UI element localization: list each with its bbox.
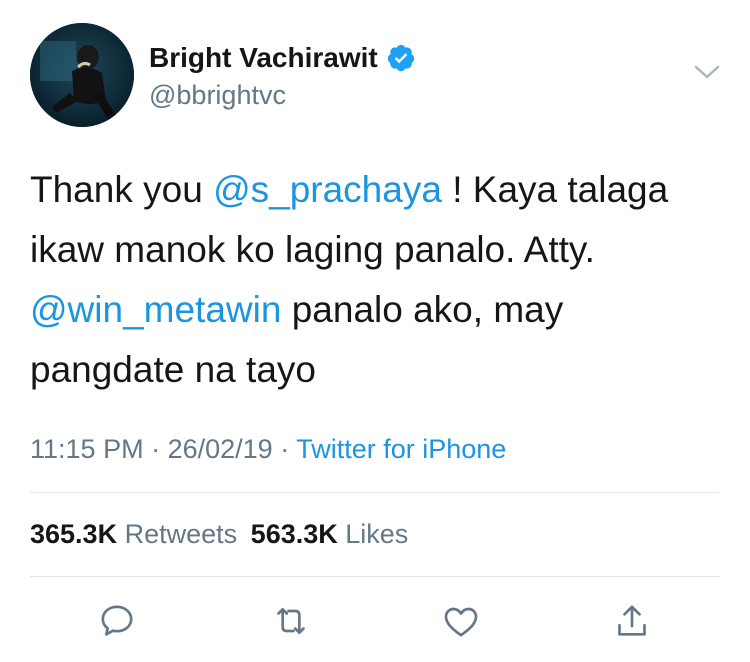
avatar[interactable] (30, 23, 134, 127)
share-icon[interactable] (612, 601, 652, 641)
tweet-date[interactable]: 26/02/19 (168, 434, 273, 464)
likes-count: 563.3K (250, 519, 338, 549)
tweet-time[interactable]: 11:15 PM (30, 434, 144, 464)
retweets-count: 365.3K (30, 519, 118, 549)
tweet-stats: 365.3K Retweets 563.3K Likes (30, 519, 408, 550)
tweet-meta: 11:15 PM · 26/02/19 · Twitter for iPhone (30, 434, 506, 465)
reply-icon[interactable] (97, 601, 137, 641)
verified-badge-icon (386, 43, 416, 73)
retweet-icon[interactable] (271, 601, 311, 641)
tweet-text: Thank you @s_prachaya ! Kaya talaga ikaw… (30, 160, 720, 400)
meta-separator: · (272, 434, 297, 464)
retweets-stat[interactable]: 365.3K Retweets (30, 519, 237, 549)
tweet-source-link[interactable]: Twitter for iPhone (296, 434, 506, 464)
tweet-text-part: Thank you (30, 169, 214, 210)
display-name-text[interactable]: Bright Vachirawit (149, 42, 378, 74)
likes-stat[interactable]: 563.3K Likes (251, 519, 409, 549)
retweets-label: Retweets (124, 519, 238, 549)
mention-link[interactable]: @s_prachaya (213, 169, 442, 210)
likes-label: Likes (345, 519, 409, 549)
tweet-card: Bright Vachirawit @bbrightvc Thank you @… (0, 0, 750, 662)
tweet-actions (0, 601, 750, 641)
divider (30, 576, 720, 577)
chevron-down-icon[interactable] (693, 62, 721, 82)
mention-link[interactable]: @win_metawin (30, 289, 281, 330)
user-handle[interactable]: @bbrightvc (149, 80, 286, 111)
heart-icon[interactable] (441, 601, 481, 641)
divider (30, 492, 720, 493)
display-name[interactable]: Bright Vachirawit (149, 42, 416, 74)
meta-separator: · (143, 434, 168, 464)
